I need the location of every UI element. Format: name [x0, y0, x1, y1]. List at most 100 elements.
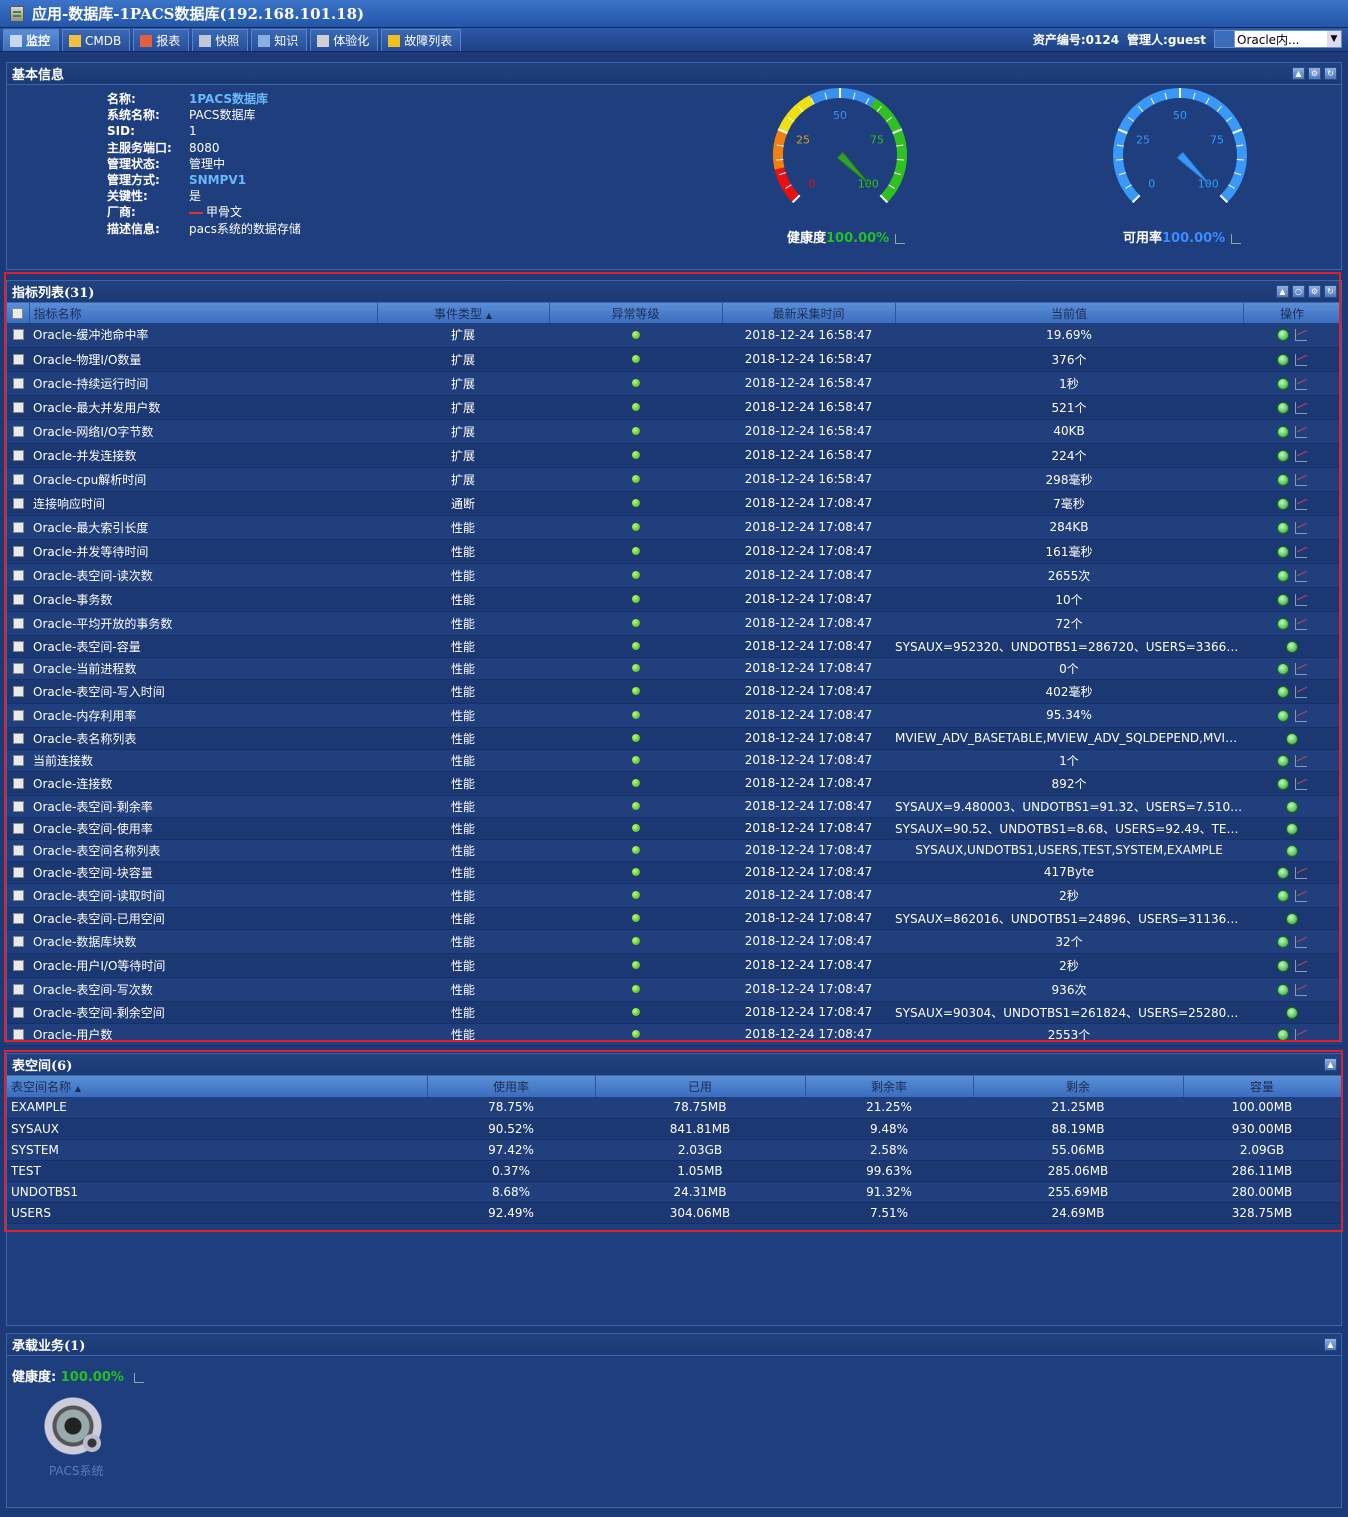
chart-icon[interactable]: [1295, 497, 1307, 510]
row-checkbox[interactable]: [7, 515, 29, 540]
row-checkbox[interactable]: [7, 953, 29, 978]
checkbox[interactable]: [12, 709, 24, 721]
table-row[interactable]: Oracle-表空间-块容量 性能 2018-12-24 17:08:47 417By…: [7, 861, 1341, 884]
refresh-icon[interactable]: ↻: [1324, 67, 1337, 80]
table-row[interactable]: 当前连接数 性能 2018-12-24 17:08:47 1个: [7, 749, 1341, 772]
checkbox[interactable]: [12, 569, 24, 581]
chart-icon[interactable]: [1295, 401, 1307, 414]
chart-icon[interactable]: [1295, 754, 1307, 767]
detail-icon[interactable]: [1286, 844, 1298, 857]
chart-icon[interactable]: [1295, 662, 1307, 675]
column-header-usage[interactable]: 使用率: [427, 1076, 596, 1097]
table-row[interactable]: Oracle-表名称列表 性能 2018-12-24 17:08:47 MVIEW_A…: [7, 727, 1341, 750]
table-row[interactable]: Oracle-用户数 性能 2018-12-24 17:08:47 2553个: [7, 1023, 1341, 1046]
checkbox[interactable]: [12, 732, 24, 744]
metric-name[interactable]: Oracle-网络I/O字节数: [29, 419, 377, 444]
detail-icon[interactable]: [1277, 709, 1289, 722]
table-row[interactable]: Oracle-表空间-写次数 性能 2018-12-24 17:08:47 936次: [7, 977, 1341, 1002]
detail-icon[interactable]: [1277, 545, 1289, 558]
row-checkbox[interactable]: [7, 657, 29, 680]
row-checkbox[interactable]: [7, 587, 29, 612]
metric-name[interactable]: Oracle-最大并发用户数: [29, 395, 377, 420]
metric-name[interactable]: Oracle-表空间-读取时间: [29, 883, 377, 908]
detail-icon[interactable]: [1277, 593, 1289, 606]
column-header-free-rate[interactable]: 剩余率: [805, 1076, 974, 1097]
gear-icon[interactable]: [43, 1396, 103, 1456]
chart-icon[interactable]: [1295, 425, 1307, 438]
detail-icon[interactable]: [1277, 662, 1289, 675]
chart-icon[interactable]: [1295, 709, 1307, 722]
row-checkbox[interactable]: [7, 371, 29, 396]
chart-icon[interactable]: [1295, 959, 1307, 972]
row-checkbox[interactable]: [7, 347, 29, 372]
checkbox[interactable]: [12, 777, 24, 789]
detail-icon[interactable]: [1286, 640, 1298, 653]
metric-name[interactable]: Oracle-并发连接数: [29, 443, 377, 468]
metric-name[interactable]: Oracle-用户I/O等待时间: [29, 953, 377, 978]
table-row[interactable]: SYSTEM 97.42% 2.03GB 2.58% 55.06MB 2.09GB: [7, 1139, 1341, 1161]
detail-icon[interactable]: [1277, 425, 1289, 438]
metric-name[interactable]: Oracle-表名称列表: [29, 727, 377, 750]
table-row[interactable]: Oracle-表空间-容量 性能 2018-12-24 17:08:47 SYSAUX…: [7, 635, 1341, 658]
chart-icon[interactable]: [1295, 983, 1307, 996]
row-checkbox[interactable]: [7, 727, 29, 750]
search-icon[interactable]: ○: [1292, 285, 1305, 298]
row-checkbox[interactable]: [7, 395, 29, 420]
chart-icon[interactable]: [1295, 889, 1307, 902]
table-row[interactable]: Oracle-当前进程数 性能 2018-12-24 17:08:47 0个: [7, 657, 1341, 680]
detail-icon[interactable]: [1286, 732, 1298, 745]
detail-icon[interactable]: [1277, 959, 1289, 972]
checkbox[interactable]: [12, 935, 24, 947]
table-row[interactable]: Oracle-内存利用率 性能 2018-12-24 17:08:47 95.34%: [7, 703, 1341, 728]
row-checkbox[interactable]: [7, 703, 29, 728]
checkbox[interactable]: [12, 640, 24, 652]
checkbox[interactable]: [12, 959, 24, 971]
row-checkbox[interactable]: [7, 635, 29, 658]
monitor-type-select[interactable]: Oracle内... ▼: [1214, 30, 1342, 48]
metric-name[interactable]: Oracle-当前进程数: [29, 657, 377, 680]
checkbox[interactable]: [12, 822, 24, 834]
detail-icon[interactable]: [1286, 822, 1298, 835]
metric-name[interactable]: Oracle-表空间-写入时间: [29, 679, 377, 704]
metric-name[interactable]: Oracle-表空间-块容量: [29, 861, 377, 884]
detail-icon[interactable]: [1277, 449, 1289, 462]
checkbox[interactable]: [12, 617, 24, 629]
chart-icon[interactable]: [1231, 233, 1242, 244]
chart-icon[interactable]: [1295, 449, 1307, 462]
table-row[interactable]: Oracle-数据库块数 性能 2018-12-24 17:08:47 32个: [7, 929, 1341, 954]
metric-name[interactable]: Oracle-数据库块数: [29, 929, 377, 954]
chart-icon[interactable]: [1295, 935, 1307, 948]
checkbox[interactable]: [12, 377, 24, 389]
checkbox[interactable]: [12, 593, 24, 605]
table-row[interactable]: Oracle-表空间-读取时间 性能 2018-12-24 17:08:47 2秒: [7, 883, 1341, 908]
chart-icon[interactable]: [1295, 473, 1307, 486]
detail-icon[interactable]: [1277, 935, 1289, 948]
metric-name[interactable]: Oracle-表空间-已用空间: [29, 907, 377, 930]
column-header-free[interactable]: 剩余: [973, 1076, 1184, 1097]
row-checkbox[interactable]: [7, 1023, 29, 1046]
row-checkbox[interactable]: [7, 749, 29, 772]
row-checkbox[interactable]: [7, 883, 29, 908]
row-checkbox[interactable]: [7, 929, 29, 954]
checkbox[interactable]: [12, 866, 24, 878]
chart-icon[interactable]: [895, 233, 906, 244]
table-row[interactable]: Oracle-物理I/O数量 扩展 2018-12-24 16:58:47 376个: [7, 347, 1341, 372]
detail-icon[interactable]: [1277, 1028, 1289, 1041]
checkbox[interactable]: [12, 1006, 24, 1018]
detail-icon[interactable]: [1277, 401, 1289, 414]
chart-icon[interactable]: [1295, 353, 1307, 366]
table-row[interactable]: EXAMPLE 78.75% 78.75MB 21.25% 21.25MB 100.00M…: [7, 1097, 1341, 1119]
detail-icon[interactable]: [1277, 497, 1289, 510]
gear-icon[interactable]: ⚙: [1308, 67, 1321, 80]
table-row[interactable]: Oracle-并发等待时间 性能 2018-12-24 17:08:47 161毫秒: [7, 539, 1341, 564]
table-row[interactable]: Oracle-连接数 性能 2018-12-24 17:08:47 892个: [7, 771, 1341, 796]
gear-icon[interactable]: ⚙: [1308, 285, 1321, 298]
column-header-used[interactable]: 已用: [595, 1076, 806, 1097]
checkbox[interactable]: [12, 983, 24, 995]
metric-name[interactable]: Oracle-cpu解析时间: [29, 467, 377, 492]
collapse-icon[interactable]: ▲: [1276, 285, 1289, 298]
checkbox[interactable]: [12, 545, 24, 557]
chart-icon[interactable]: [1295, 1028, 1307, 1041]
checkbox[interactable]: [12, 1028, 24, 1040]
metric-name[interactable]: Oracle-表空间-容量: [29, 635, 377, 658]
